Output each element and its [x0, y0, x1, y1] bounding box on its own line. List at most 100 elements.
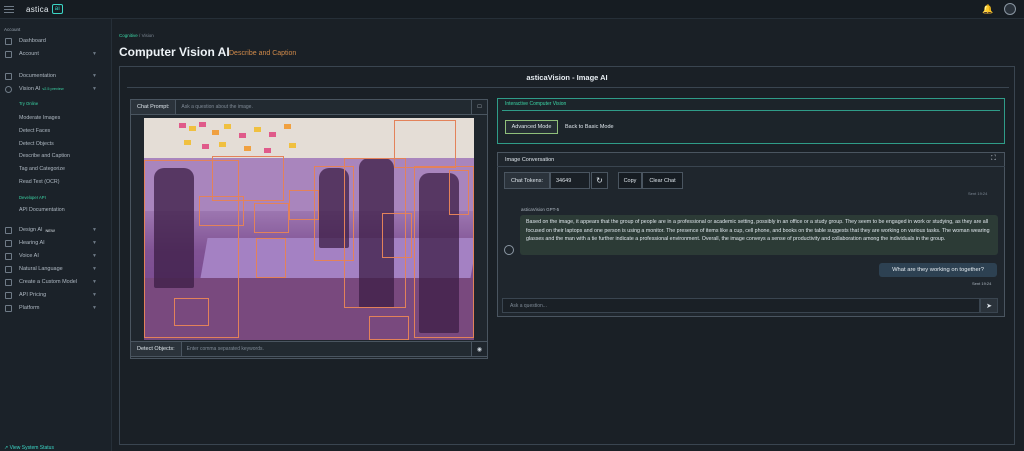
sticky-note	[239, 133, 246, 138]
sidebar-item-label: Account	[19, 51, 39, 57]
expand-icon[interactable]: ⛶	[991, 155, 996, 163]
send-icon[interactable]: ➤	[980, 298, 998, 313]
language-icon	[5, 265, 12, 273]
sidebar-item-label: Documentation	[19, 73, 56, 79]
eye-icon[interactable]: ◉	[471, 342, 487, 356]
sticky-note	[284, 124, 291, 129]
sidebar-link-detect-faces[interactable]: Detect Faces	[19, 128, 50, 134]
clear-chat-button[interactable]: Clear Chat	[642, 172, 683, 189]
chevron-down-icon: ▼	[92, 292, 97, 298]
bounding-box	[256, 238, 286, 278]
conversation-title: Image Conversation	[505, 157, 555, 163]
sticky-note	[179, 123, 186, 128]
refresh-icon[interactable]: ↻	[591, 172, 608, 189]
sidebar-item-label: Dashboard	[19, 38, 46, 44]
interactive-divider	[502, 110, 1000, 111]
breadcrumb-current: Vision	[141, 33, 154, 38]
sidebar-item-dashboard[interactable]: Dashboard	[5, 36, 105, 46]
sidebar-item-design-ai[interactable]: Design AI NEW ▼	[5, 225, 105, 235]
bounding-box	[199, 196, 244, 226]
hearing-icon	[5, 239, 12, 247]
sticky-note	[219, 142, 226, 147]
sidebar-link-moderate-images[interactable]: Moderate Images	[19, 115, 60, 121]
pricing-icon	[5, 291, 12, 299]
chat-tokens-value: 34649	[550, 172, 590, 189]
sidebar-link-read-text[interactable]: Read Text (OCR)	[19, 179, 60, 185]
sidebar-link-tag-categorize[interactable]: Tag and Categorize	[19, 166, 65, 172]
chevron-down-icon: ▼	[92, 240, 97, 246]
sidebar-item-platform[interactable]: Platform ▼	[5, 303, 105, 313]
chevron-down-icon: ▼	[92, 73, 97, 79]
chat-prompt-input[interactable]: Ask a question about the image.	[176, 100, 471, 114]
sidebar-item-hearing-ai[interactable]: Hearing AI ▼	[5, 238, 105, 248]
avatar[interactable]	[1004, 3, 1016, 15]
sidebar-item-label: Voice AI	[19, 253, 39, 259]
copy-button[interactable]: Copy	[618, 172, 642, 189]
sidebar-item-label: Vision AI	[19, 86, 41, 92]
sidebar-item-account[interactable]: Account ▼	[5, 49, 105, 59]
analyzed-image	[144, 118, 474, 340]
chat-bubble-icon[interactable]: □	[471, 100, 487, 114]
logo-text: astica	[26, 4, 49, 14]
breadcrumb-separator: /	[139, 33, 141, 38]
try-online-label: Try Online	[19, 101, 39, 106]
sticky-note	[254, 127, 261, 132]
interactive-vision-title: Interactive Computer Vision	[505, 101, 567, 107]
sticky-note	[224, 124, 231, 129]
platform-icon	[5, 304, 12, 312]
sticky-note	[264, 148, 271, 153]
detect-objects-input[interactable]: Enter comma separated keywords.	[181, 342, 471, 356]
eye-icon	[5, 85, 12, 93]
preview-badge: v2.5 preview	[42, 87, 64, 91]
bot-avatar-icon	[504, 245, 514, 255]
bounding-box	[449, 170, 469, 215]
sidebar-item-label: Hearing AI	[19, 240, 45, 246]
bounding-box	[174, 298, 209, 326]
page-title: Computer Vision AI	[119, 45, 230, 59]
chevron-down-icon: ▼	[92, 227, 97, 233]
sticky-note	[289, 143, 296, 148]
conversation-divider	[497, 166, 1005, 167]
menu-icon[interactable]	[4, 5, 14, 13]
chevron-down-icon: ▼	[92, 86, 97, 92]
bell-icon[interactable]: 🔔	[982, 4, 993, 14]
message-timestamp: Sent 19:24	[968, 191, 988, 196]
sidebar-link-api-documentation[interactable]: API Documentation	[19, 207, 65, 213]
sidebar-item-custom-model[interactable]: Create a Custom Model ▼	[5, 277, 105, 287]
sidebar-item-vision-ai[interactable]: Vision AI v2.5 preview ▼	[5, 84, 105, 94]
sidebar-item-voice-ai[interactable]: Voice AI ▼	[5, 251, 105, 261]
design-icon	[5, 226, 12, 234]
top-bar: astica ai 🔔	[0, 0, 1024, 19]
chat-prompt-bar: Chat Prompt: Ask a question about the im…	[130, 99, 488, 115]
documentation-icon	[5, 72, 12, 80]
sticky-note	[202, 144, 209, 149]
breadcrumb-parent[interactable]: Cognitive	[119, 33, 138, 38]
sticky-note	[199, 122, 206, 127]
sticky-note	[244, 146, 251, 151]
sidebar-item-api-pricing[interactable]: API Pricing ▼	[5, 290, 105, 300]
chevron-down-icon: ▼	[92, 279, 97, 285]
new-badge: NEW	[45, 227, 55, 233]
sidebar-link-describe-caption[interactable]: Describe and Caption	[19, 153, 70, 159]
sidebar-item-label: Natural Language	[19, 266, 63, 272]
sidebar-link-detect-objects[interactable]: Detect Objects	[19, 141, 54, 147]
sidebar-item-label: Create a Custom Model	[19, 279, 78, 285]
dashboard-icon	[5, 37, 12, 45]
ask-question-input[interactable]: Ask a question...	[502, 298, 980, 313]
system-status-link[interactable]: ↗ View System Status	[4, 445, 54, 451]
sidebar-item-documentation[interactable]: Documentation ▼	[5, 71, 105, 81]
sidebar-section-label: Account	[4, 27, 21, 32]
sticky-note	[184, 140, 191, 145]
chevron-down-icon: ▼	[92, 266, 97, 272]
sidebar-item-natural-language[interactable]: Natural Language ▼	[5, 264, 105, 274]
detect-objects-bar: Detect Objects: Enter comma separated ke…	[130, 341, 488, 357]
chat-tokens-label: Chat Tokens:	[504, 172, 550, 189]
bounding-box	[382, 213, 412, 258]
advanced-mode-button[interactable]: Advanced Mode	[505, 120, 558, 134]
sidebar-item-label: Platform	[19, 305, 40, 311]
sticky-note	[189, 126, 196, 131]
frame-divider	[127, 87, 1009, 88]
logo[interactable]: astica ai	[26, 4, 63, 14]
basic-mode-button[interactable]: Back to Basic Mode	[565, 120, 614, 134]
logo-badge: ai	[51, 4, 63, 14]
